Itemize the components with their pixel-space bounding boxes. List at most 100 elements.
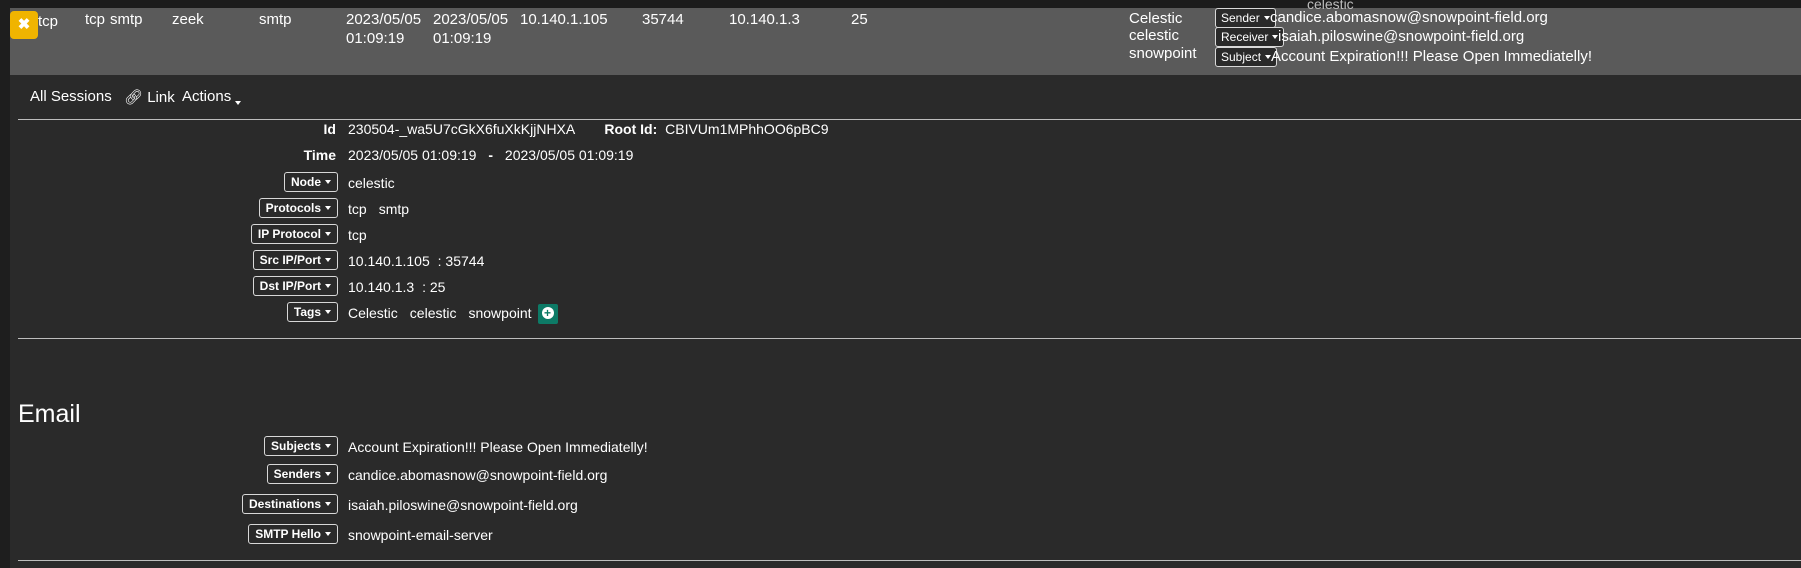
tag-snowpoint[interactable]: snowpoint xyxy=(468,305,531,321)
row-stop-time: 01:09:19 xyxy=(433,30,492,47)
time-start: 2023/05/05 01:09:19 xyxy=(348,147,477,163)
session-nav: All Sessions 🔗︎ Link Actions xyxy=(10,75,1801,119)
subject-dropdown[interactable]: Subject xyxy=(1215,47,1278,67)
subjects-label: Subjects xyxy=(270,439,321,453)
caret-down-icon xyxy=(325,232,331,236)
protocols-label: Protocols xyxy=(265,201,321,215)
caret-down-icon xyxy=(325,502,331,506)
session-id: 230504-_wa5U7cGkX6fuXkKjjNHXA xyxy=(348,121,575,137)
left-edge xyxy=(0,0,10,568)
subjects-dropdown[interactable]: Subjects xyxy=(263,436,338,456)
caret-down-icon xyxy=(325,258,331,262)
caret-down-icon xyxy=(325,472,331,476)
protocol-tcp[interactable]: tcp xyxy=(348,201,367,217)
node-value[interactable]: celestic xyxy=(348,174,395,192)
all-sessions-link[interactable]: All Sessions xyxy=(30,88,112,105)
smtp-hello-dropdown[interactable]: SMTP Hello xyxy=(248,524,338,544)
row-receiver-value[interactable]: isaiah.piloswine@snowpoint-field.org xyxy=(1278,27,1524,46)
row-start-date: 2023/05/05 xyxy=(346,11,422,28)
row-protocol-smtp: smtp xyxy=(110,11,143,28)
ip-protocol-label: IP Protocol xyxy=(257,227,321,241)
caret-down-icon xyxy=(325,180,331,184)
time-label: Time xyxy=(303,147,336,163)
destinations-value[interactable]: isaiah.piloswine@snowpoint-field.org xyxy=(348,496,578,514)
dst-ip-port-dropdown[interactable]: Dst IP/Port xyxy=(252,276,338,296)
row-sender-value[interactable]: candice.abomasnow@snowpoint-field.org xyxy=(1270,8,1548,27)
ip-protocol-value[interactable]: tcp xyxy=(348,226,367,244)
tags-label: Tags xyxy=(293,305,321,319)
time-separator: - xyxy=(488,147,494,163)
close-icon: ✖ xyxy=(17,16,31,33)
senders-label: Senders xyxy=(273,467,321,481)
subject-dropdown-label: Subject xyxy=(1221,50,1262,64)
tags-dropdown[interactable]: Tags xyxy=(286,302,338,322)
src-ip[interactable]: 10.140.1.105 xyxy=(348,253,430,269)
subjects-value[interactable]: Account Expiration!!! Please Open Immedi… xyxy=(348,438,648,456)
root-id-label: Root Id: xyxy=(604,121,658,137)
caret-down-icon xyxy=(325,532,331,536)
sender-dropdown[interactable]: Sender xyxy=(1215,8,1276,28)
row-tag-2[interactable]: celestic xyxy=(1129,26,1179,45)
src-ip-port-value: 10.140.1.105 : 35744 xyxy=(348,252,484,270)
add-tag-button[interactable] xyxy=(537,304,558,325)
row-start-time: 01:09:19 xyxy=(346,30,405,47)
caret-down-icon xyxy=(325,284,331,288)
tag-celestic-cap[interactable]: Celestic xyxy=(348,305,398,321)
node-label: Node xyxy=(291,175,321,189)
link-icon: 🔗︎ xyxy=(124,89,144,106)
caret-down-icon xyxy=(325,444,331,448)
actions-label: Actions xyxy=(182,88,232,105)
destinations-dropdown[interactable]: Destinations xyxy=(241,494,338,514)
time-stop: 2023/05/05 01:09:19 xyxy=(504,147,634,163)
link-button[interactable]: 🔗︎ Link xyxy=(124,88,175,106)
src-ip-port-label: Src IP/Port xyxy=(259,253,321,267)
divider xyxy=(18,560,1801,561)
session-row[interactable]: ✖ tcp tcp smtp zeek smtp 2023/05/05 01:0… xyxy=(10,0,1801,75)
dst-ip-port-label: Dst IP/Port xyxy=(259,279,321,293)
row-tag-3[interactable]: snowpoint xyxy=(1129,44,1197,63)
row-protocol-tcp: tcp xyxy=(85,11,106,28)
close-session-button[interactable]: ✖ xyxy=(10,11,38,39)
actions-dropdown[interactable]: Actions xyxy=(182,88,242,105)
root-id-value: CBIVUm1MPhhOO6pBC9 xyxy=(665,121,829,137)
smtp-hello-value[interactable]: snowpoint-email-server xyxy=(348,526,493,544)
row-protocol: tcp xyxy=(38,13,59,30)
smtp-hello-label: SMTP Hello xyxy=(255,527,321,541)
link-label: Link xyxy=(147,89,175,106)
senders-dropdown[interactable]: Senders xyxy=(266,464,338,484)
top-strip xyxy=(0,0,1801,8)
row-dst-port[interactable]: 25 xyxy=(851,10,868,29)
row-src-port[interactable]: 35744 xyxy=(642,10,684,29)
dst-ip[interactable]: 10.140.1.3 xyxy=(348,279,414,295)
protocol-smtp[interactable]: smtp xyxy=(379,201,409,217)
row-dst-ip[interactable]: 10.140.1.3 xyxy=(729,10,800,29)
caret-down-icon xyxy=(325,310,331,314)
tag-celestic[interactable]: celestic xyxy=(410,305,457,321)
divider xyxy=(18,119,1801,120)
divider xyxy=(18,338,1801,339)
senders-value[interactable]: candice.abomasnow@snowpoint-field.org xyxy=(348,466,607,484)
row-app: smtp xyxy=(259,11,292,28)
src-ip-port-dropdown[interactable]: Src IP/Port xyxy=(252,250,338,270)
row-subject-value[interactable]: Account Expiration!!! Please Open Immedi… xyxy=(1271,47,1592,66)
dst-ip-port-value: 10.140.1.3 : 25 xyxy=(348,278,445,296)
time-value: 2023/05/05 01:09:19 - 2023/05/05 01:09:1… xyxy=(348,146,633,164)
caret-down-icon xyxy=(325,206,331,210)
caret-down-icon xyxy=(235,101,242,105)
row-src-ip[interactable]: 10.140.1.105 xyxy=(520,10,608,29)
node-dropdown[interactable]: Node xyxy=(284,172,338,192)
receiver-dropdown[interactable]: Receiver xyxy=(1215,27,1285,47)
destinations-label: Destinations xyxy=(248,497,321,511)
tags-value: Celestic celestic snowpoint xyxy=(348,302,558,325)
caret-down-icon xyxy=(1263,16,1270,20)
src-port[interactable]: : 35744 xyxy=(438,253,485,269)
protocols-dropdown[interactable]: Protocols xyxy=(258,198,338,218)
email-section-title: Email xyxy=(18,400,81,428)
id-value: 230504-_wa5U7cGkX6fuXkKjjNHXA Root Id: C… xyxy=(348,120,829,138)
protocols-value: tcp smtp xyxy=(348,200,409,218)
id-label: Id xyxy=(323,121,336,137)
ip-protocol-dropdown[interactable]: IP Protocol xyxy=(250,224,338,244)
row-node-type: zeek xyxy=(172,11,204,28)
row-stop-date: 2023/05/05 xyxy=(433,11,509,28)
dst-port[interactable]: : 25 xyxy=(422,279,445,295)
